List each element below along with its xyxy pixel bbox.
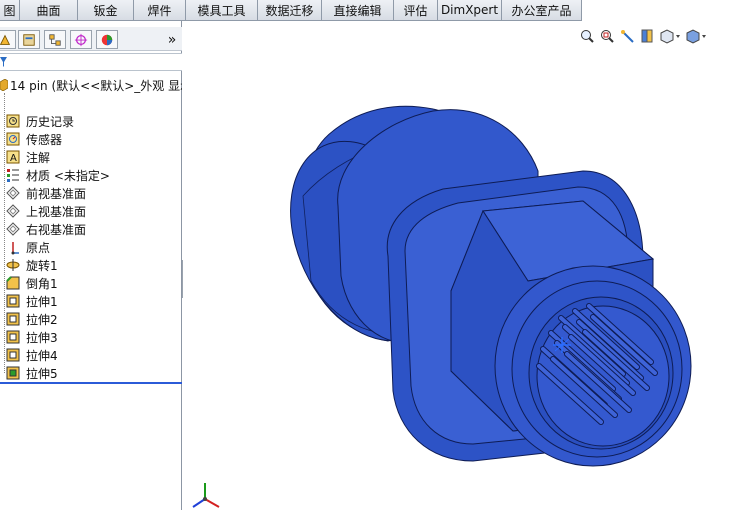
history-icon: [4, 113, 22, 130]
heads-up-view-toolbar: [578, 26, 708, 46]
tree-item-label: 右视基准面: [26, 222, 87, 237]
tree-item[interactable]: 原点: [0, 238, 50, 256]
extrude-icon: [4, 329, 22, 346]
extrude-icon: [4, 311, 22, 328]
tab-7[interactable]: 评估: [394, 0, 438, 20]
tree-item-label: 拉伸5: [26, 366, 58, 381]
tree-item-label: 拉伸4: [26, 348, 58, 363]
feature-manager-panel: » 14 pin (默认<<默认>_外观 显示 历史记录传感器 A 注解材质 <未指…: [0, 21, 182, 510]
tree-item-label: 倒角1: [26, 276, 58, 291]
section-view-icon[interactable]: [638, 26, 656, 46]
tree-item[interactable]: 拉伸1: [0, 292, 58, 310]
tab-2[interactable]: 钣金: [78, 0, 134, 20]
tab-1[interactable]: 曲面: [20, 0, 78, 20]
feature-filter[interactable]: [0, 53, 182, 71]
tree-item[interactable]: 拉伸3: [0, 328, 58, 346]
tree-item-label: 拉伸3: [26, 330, 58, 345]
previous-view-icon[interactable]: [618, 26, 636, 46]
tree-item[interactable]: 拉伸2: [0, 310, 58, 328]
connector-model: [290, 105, 692, 467]
tab-5[interactable]: 数据迁移: [258, 0, 322, 20]
revolve-icon: [4, 257, 22, 274]
tree-item[interactable]: 旋转1: [0, 256, 58, 274]
tree-item-label: 原点: [26, 240, 51, 255]
tab-9[interactable]: 办公室产品: [502, 0, 582, 20]
tree-item-label: 上视基准面: [26, 204, 87, 219]
zoom-area-icon[interactable]: [598, 26, 616, 46]
display-style-icon[interactable]: [684, 26, 708, 46]
tree-item-label: 材质 <未指定>: [26, 168, 110, 183]
plane-icon: [4, 221, 22, 238]
svg-text:A: A: [10, 153, 17, 164]
plane-icon: [4, 203, 22, 220]
tree-item[interactable]: 上视基准面: [0, 202, 86, 220]
tree-item[interactable]: 倒角1: [0, 274, 58, 292]
extrude-icon: [4, 347, 22, 364]
display-manager-tab[interactable]: [96, 30, 118, 49]
extrude-icon: [4, 293, 22, 310]
view-orientation-icon[interactable]: [658, 26, 682, 46]
configuration-manager-tab[interactable]: [44, 30, 66, 49]
rollback-bar[interactable]: [0, 382, 182, 384]
annotation-icon: A: [4, 149, 22, 166]
tree-item-label: 拉伸1: [26, 294, 58, 309]
tree-item[interactable]: 传感器: [0, 130, 62, 148]
plane-icon: [4, 185, 22, 202]
part-icon: [0, 78, 9, 92]
tree-item[interactable]: 拉伸5: [0, 364, 58, 382]
tabs-strip: 图曲面 钣金 焊件 模具工具 数据迁移 直接编辑 评估 DimXpert 办公室产品: [0, 0, 582, 21]
tree-item-label: 旋转1: [26, 258, 58, 273]
tree-item-label: 前视基准面: [26, 186, 87, 201]
origin-icon: [4, 239, 22, 256]
tab-4[interactable]: 模具工具: [186, 0, 258, 20]
panel-toolbar: »: [0, 27, 182, 51]
tab-3[interactable]: 焊件: [134, 0, 186, 20]
model-view[interactable]: [183, 21, 737, 510]
tree-item-label: 注解: [26, 150, 51, 165]
sensor-icon: [4, 131, 22, 148]
tab-0[interactable]: 图: [0, 0, 20, 20]
tab-8[interactable]: DimXpert: [438, 0, 502, 20]
property-manager-tab[interactable]: [18, 30, 40, 49]
expand-tabs-button[interactable]: »: [165, 30, 179, 49]
tree-item[interactable]: 前视基准面: [0, 184, 86, 202]
tree-item[interactable]: 历史记录: [0, 112, 74, 130]
tree-item[interactable]: 右视基准面: [0, 220, 86, 238]
dimxpert-manager-tab[interactable]: [70, 30, 92, 49]
tab-6[interactable]: 直接编辑: [322, 0, 394, 20]
tree-item-label: 历史记录: [26, 114, 75, 129]
command-manager-tabs: 图曲面 钣金 焊件 模具工具 数据迁移 直接编辑 评估 DimXpert 办公室产品: [0, 0, 737, 21]
material-icon: [4, 167, 22, 184]
tree-root-label: 14 pin (默认<<默认>_外观 显示: [10, 78, 182, 93]
extrude-cut-icon: [4, 365, 22, 382]
zoom-fit-icon[interactable]: [578, 26, 596, 46]
tree-item[interactable]: 材质 <未指定>: [0, 166, 110, 184]
graphics-viewport[interactable]: [183, 21, 737, 510]
tree-root[interactable]: 14 pin (默认<<默认>_外观 显示: [0, 76, 182, 94]
coordinate-triad: [192, 483, 220, 508]
tree-item-label: 拉伸2: [26, 312, 58, 327]
chamfer-icon: [4, 275, 22, 292]
filter-icon: [0, 55, 8, 69]
tree-item[interactable]: A 注解: [0, 148, 50, 166]
tree-item-label: 传感器: [26, 132, 63, 147]
feature-manager-tab[interactable]: [0, 30, 16, 49]
tree-item[interactable]: 拉伸4: [0, 346, 58, 364]
